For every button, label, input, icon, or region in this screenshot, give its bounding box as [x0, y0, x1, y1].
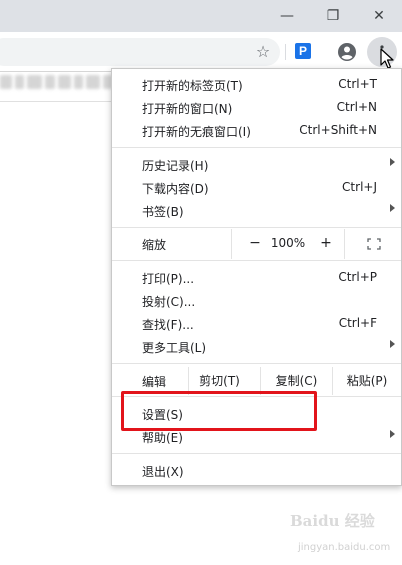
menu-divider — [112, 363, 401, 364]
menu-item-new-incognito[interactable]: 打开新的无痕窗口(I) Ctrl+Shift+N — [112, 119, 401, 142]
cut-label: 剪切(T) — [199, 374, 240, 388]
close-button[interactable]: ✕ — [356, 0, 402, 32]
menu-divider — [112, 147, 401, 148]
menu-item-bookmarks[interactable]: 书签(B) — [112, 199, 401, 222]
paste-button[interactable]: 粘贴(P) — [332, 367, 401, 395]
menu-divider — [112, 260, 401, 261]
submenu-arrow-icon — [390, 158, 395, 166]
extension-p-icon[interactable]: P — [295, 43, 311, 59]
menu-item-label: 历史记录(H) — [142, 159, 209, 173]
watermark-url: jingyan.baidu.com — [298, 542, 391, 553]
paste-label: 粘贴(P) — [346, 374, 388, 388]
zoom-out-button[interactable]: − — [249, 235, 261, 251]
menu-item-shortcut: Ctrl+T — [338, 77, 377, 91]
menu-item-label: 打开新的无痕窗口(I) — [142, 125, 251, 139]
menu-item-history[interactable]: 历史记录(H) — [112, 153, 401, 176]
menu-item-downloads[interactable]: 下载内容(D) Ctrl+J — [112, 176, 401, 199]
minimize-button[interactable]: — — [264, 0, 310, 32]
mouse-cursor-icon — [380, 48, 394, 69]
toolbar-separator — [285, 44, 286, 60]
menu-item-new-window[interactable]: 打开新的窗口(N) Ctrl+N — [112, 96, 401, 119]
submenu-arrow-icon — [390, 340, 395, 348]
menu-item-print[interactable]: 打印(P)... Ctrl+P — [112, 266, 401, 289]
menu-item-label: 查找(F)... — [142, 318, 194, 332]
menu-item-label: 下载内容(D) — [142, 182, 209, 196]
zoom-in-button[interactable]: + — [320, 235, 332, 251]
browser-toolbar: ☆ P — [0, 32, 402, 72]
zoom-row: 缩放 − 100% + — [112, 229, 401, 259]
zoom-controls: − 100% + — [231, 229, 345, 259]
zoom-level: 100% — [270, 236, 306, 250]
menu-item-find[interactable]: 查找(F)... Ctrl+F — [112, 312, 401, 335]
menu-item-label: 打印(P)... — [142, 272, 195, 286]
menu-item-label: 更多工具(L) — [142, 341, 207, 355]
address-bar[interactable] — [0, 38, 280, 66]
window-titlebar: — ❐ ✕ — [0, 0, 402, 32]
menu-divider — [112, 453, 401, 454]
menu-item-label: 打开新的窗口(N) — [142, 102, 233, 116]
zoom-label: 缩放 — [142, 238, 167, 252]
blurred-page-text — [0, 75, 112, 93]
menu-item-cast[interactable]: 投射(C)... — [112, 289, 401, 312]
page-divider — [0, 101, 112, 102]
menu-item-shortcut: Ctrl+Shift+N — [299, 123, 377, 137]
menu-item-label: 投射(C)... — [142, 295, 196, 309]
settings-highlight-box — [121, 391, 317, 431]
bookmark-star-icon[interactable]: ☆ — [253, 41, 273, 61]
menu-item-label: 书签(B) — [142, 205, 184, 219]
menu-item-more-tools[interactable]: 更多工具(L) — [112, 335, 401, 358]
restore-button[interactable]: ❐ — [310, 0, 356, 32]
menu-divider — [112, 227, 401, 228]
menu-item-label: 退出(X) — [142, 465, 184, 479]
watermark-logo: Baidu 经验 — [290, 512, 375, 530]
fullscreen-icon[interactable] — [367, 238, 381, 250]
menu-item-shortcut: Ctrl+J — [342, 180, 377, 194]
submenu-arrow-icon — [390, 204, 395, 212]
menu-item-shortcut: Ctrl+P — [338, 270, 377, 284]
menu-item-shortcut: Ctrl+F — [338, 316, 377, 330]
submenu-arrow-icon — [390, 430, 395, 438]
profile-icon[interactable] — [337, 42, 357, 62]
menu-item-shortcut: Ctrl+N — [336, 100, 377, 114]
baidu-watermark: Baidu 经验 jingyan.baidu.com — [290, 510, 400, 560]
menu-item-exit[interactable]: 退出(X) — [112, 459, 401, 482]
menu-item-label: 打开新的标签页(T) — [142, 79, 243, 93]
copy-label: 复制(C) — [275, 374, 318, 388]
menu-item-new-tab[interactable]: 打开新的标签页(T) Ctrl+T — [112, 73, 401, 96]
edit-label: 编辑 — [142, 375, 167, 389]
menu-item-label: 帮助(E) — [142, 431, 183, 445]
